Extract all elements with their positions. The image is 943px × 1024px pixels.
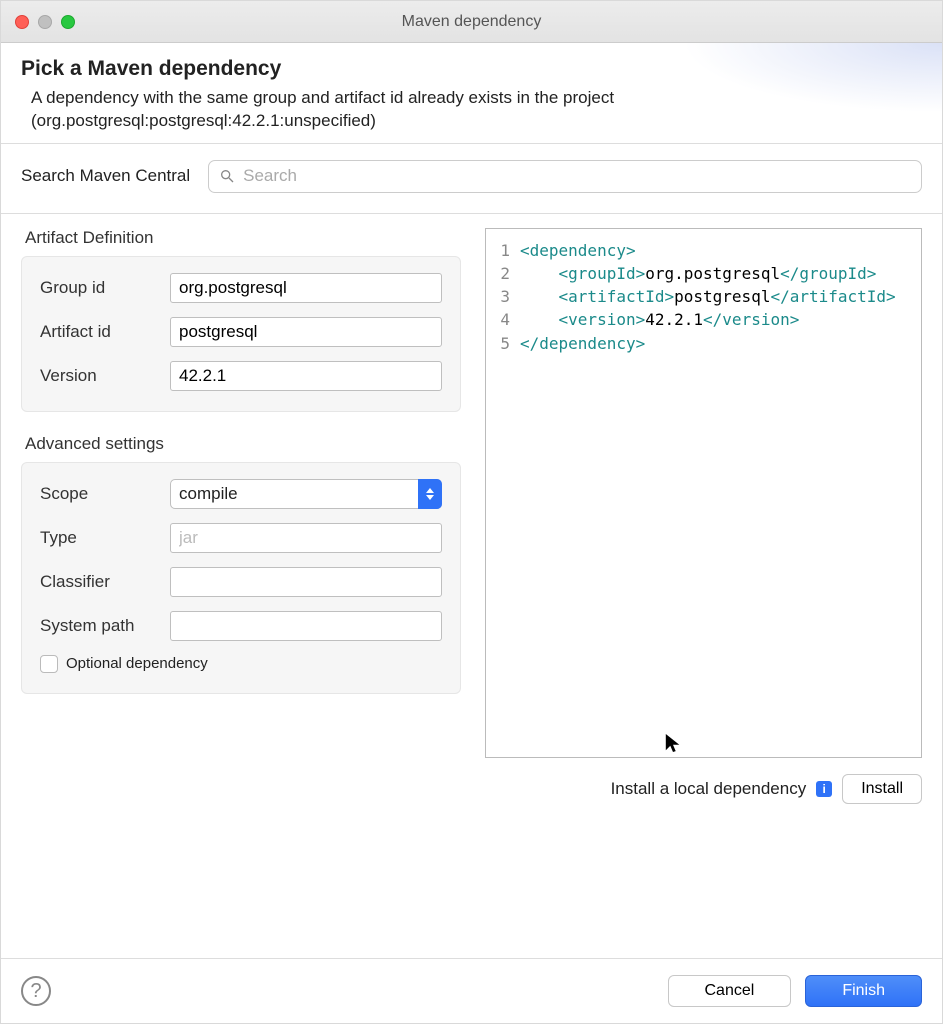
code-line: <dependency> bbox=[520, 239, 636, 262]
warning-text: A dependency with the same group and art… bbox=[31, 87, 731, 133]
line-number: 2 bbox=[498, 262, 520, 285]
search-field[interactable] bbox=[208, 160, 922, 193]
advanced-panel: Scope compile Type Classifier bbox=[21, 462, 461, 694]
install-button[interactable]: Install bbox=[842, 774, 922, 804]
code-line: </dependency> bbox=[520, 332, 645, 355]
install-row: Install a local dependency i Install bbox=[485, 774, 922, 804]
advanced-section-label: Advanced settings bbox=[25, 434, 461, 454]
scope-value: compile bbox=[179, 484, 238, 504]
xml-preview[interactable]: 1<dependency>2 <groupId>org.postgresql</… bbox=[485, 228, 922, 758]
window-title: Maven dependency bbox=[1, 13, 942, 31]
type-input[interactable] bbox=[170, 523, 442, 553]
search-icon bbox=[219, 168, 235, 184]
search-label: Search Maven Central bbox=[21, 166, 190, 186]
artifact-section: Artifact Definition Group id Artifact id… bbox=[21, 228, 461, 412]
type-label: Type bbox=[40, 528, 170, 548]
group-id-input[interactable] bbox=[170, 273, 442, 303]
artifact-id-input[interactable] bbox=[170, 317, 442, 347]
titlebar: Maven dependency bbox=[1, 1, 942, 43]
artifact-panel: Group id Artifact id Version bbox=[21, 256, 461, 412]
system-path-label: System path bbox=[40, 616, 170, 636]
scope-label: Scope bbox=[40, 484, 170, 504]
help-icon[interactable]: ? bbox=[21, 976, 51, 1006]
info-icon[interactable]: i bbox=[816, 781, 832, 797]
line-number: 1 bbox=[498, 239, 520, 262]
chevron-updown-icon bbox=[418, 479, 442, 509]
code-line: <artifactId>postgresql</artifactId> bbox=[520, 285, 896, 308]
right-column: 1<dependency>2 <groupId>org.postgresql</… bbox=[485, 228, 922, 804]
header: Pick a Maven dependency A dependency wit… bbox=[1, 43, 942, 143]
system-path-input[interactable] bbox=[170, 611, 442, 641]
optional-dependency-label: Optional dependency bbox=[66, 655, 208, 672]
dialog-window: Maven dependency Pick a Maven dependency… bbox=[0, 0, 943, 1024]
footer: ? Cancel Finish bbox=[1, 958, 942, 1023]
cancel-button[interactable]: Cancel bbox=[668, 975, 792, 1007]
line-number: 3 bbox=[498, 285, 520, 308]
body: Search Maven Central Artifact Definition… bbox=[1, 144, 942, 1023]
page-title: Pick a Maven dependency bbox=[21, 57, 922, 81]
line-number: 4 bbox=[498, 308, 520, 331]
warning-banner: A dependency with the same group and art… bbox=[21, 87, 922, 133]
group-id-label: Group id bbox=[40, 278, 170, 298]
artifact-id-label: Artifact id bbox=[40, 322, 170, 342]
classifier-label: Classifier bbox=[40, 572, 170, 592]
classifier-input[interactable] bbox=[170, 567, 442, 597]
advanced-section: Advanced settings Scope compile Type bbox=[21, 434, 461, 694]
code-line: <groupId>org.postgresql</groupId> bbox=[520, 262, 876, 285]
search-input[interactable] bbox=[241, 165, 911, 187]
optional-dependency-checkbox[interactable] bbox=[40, 655, 58, 673]
version-input[interactable] bbox=[170, 361, 442, 391]
finish-button[interactable]: Finish bbox=[805, 975, 922, 1007]
install-local-text: Install a local dependency bbox=[611, 779, 807, 799]
artifact-section-label: Artifact Definition bbox=[25, 228, 461, 248]
code-line: <version>42.2.1</version> bbox=[520, 308, 799, 331]
version-label: Version bbox=[40, 366, 170, 386]
left-column: Artifact Definition Group id Artifact id… bbox=[21, 228, 461, 804]
search-row: Search Maven Central bbox=[1, 144, 942, 213]
scope-select[interactable]: compile bbox=[170, 479, 442, 509]
line-number: 5 bbox=[498, 332, 520, 355]
